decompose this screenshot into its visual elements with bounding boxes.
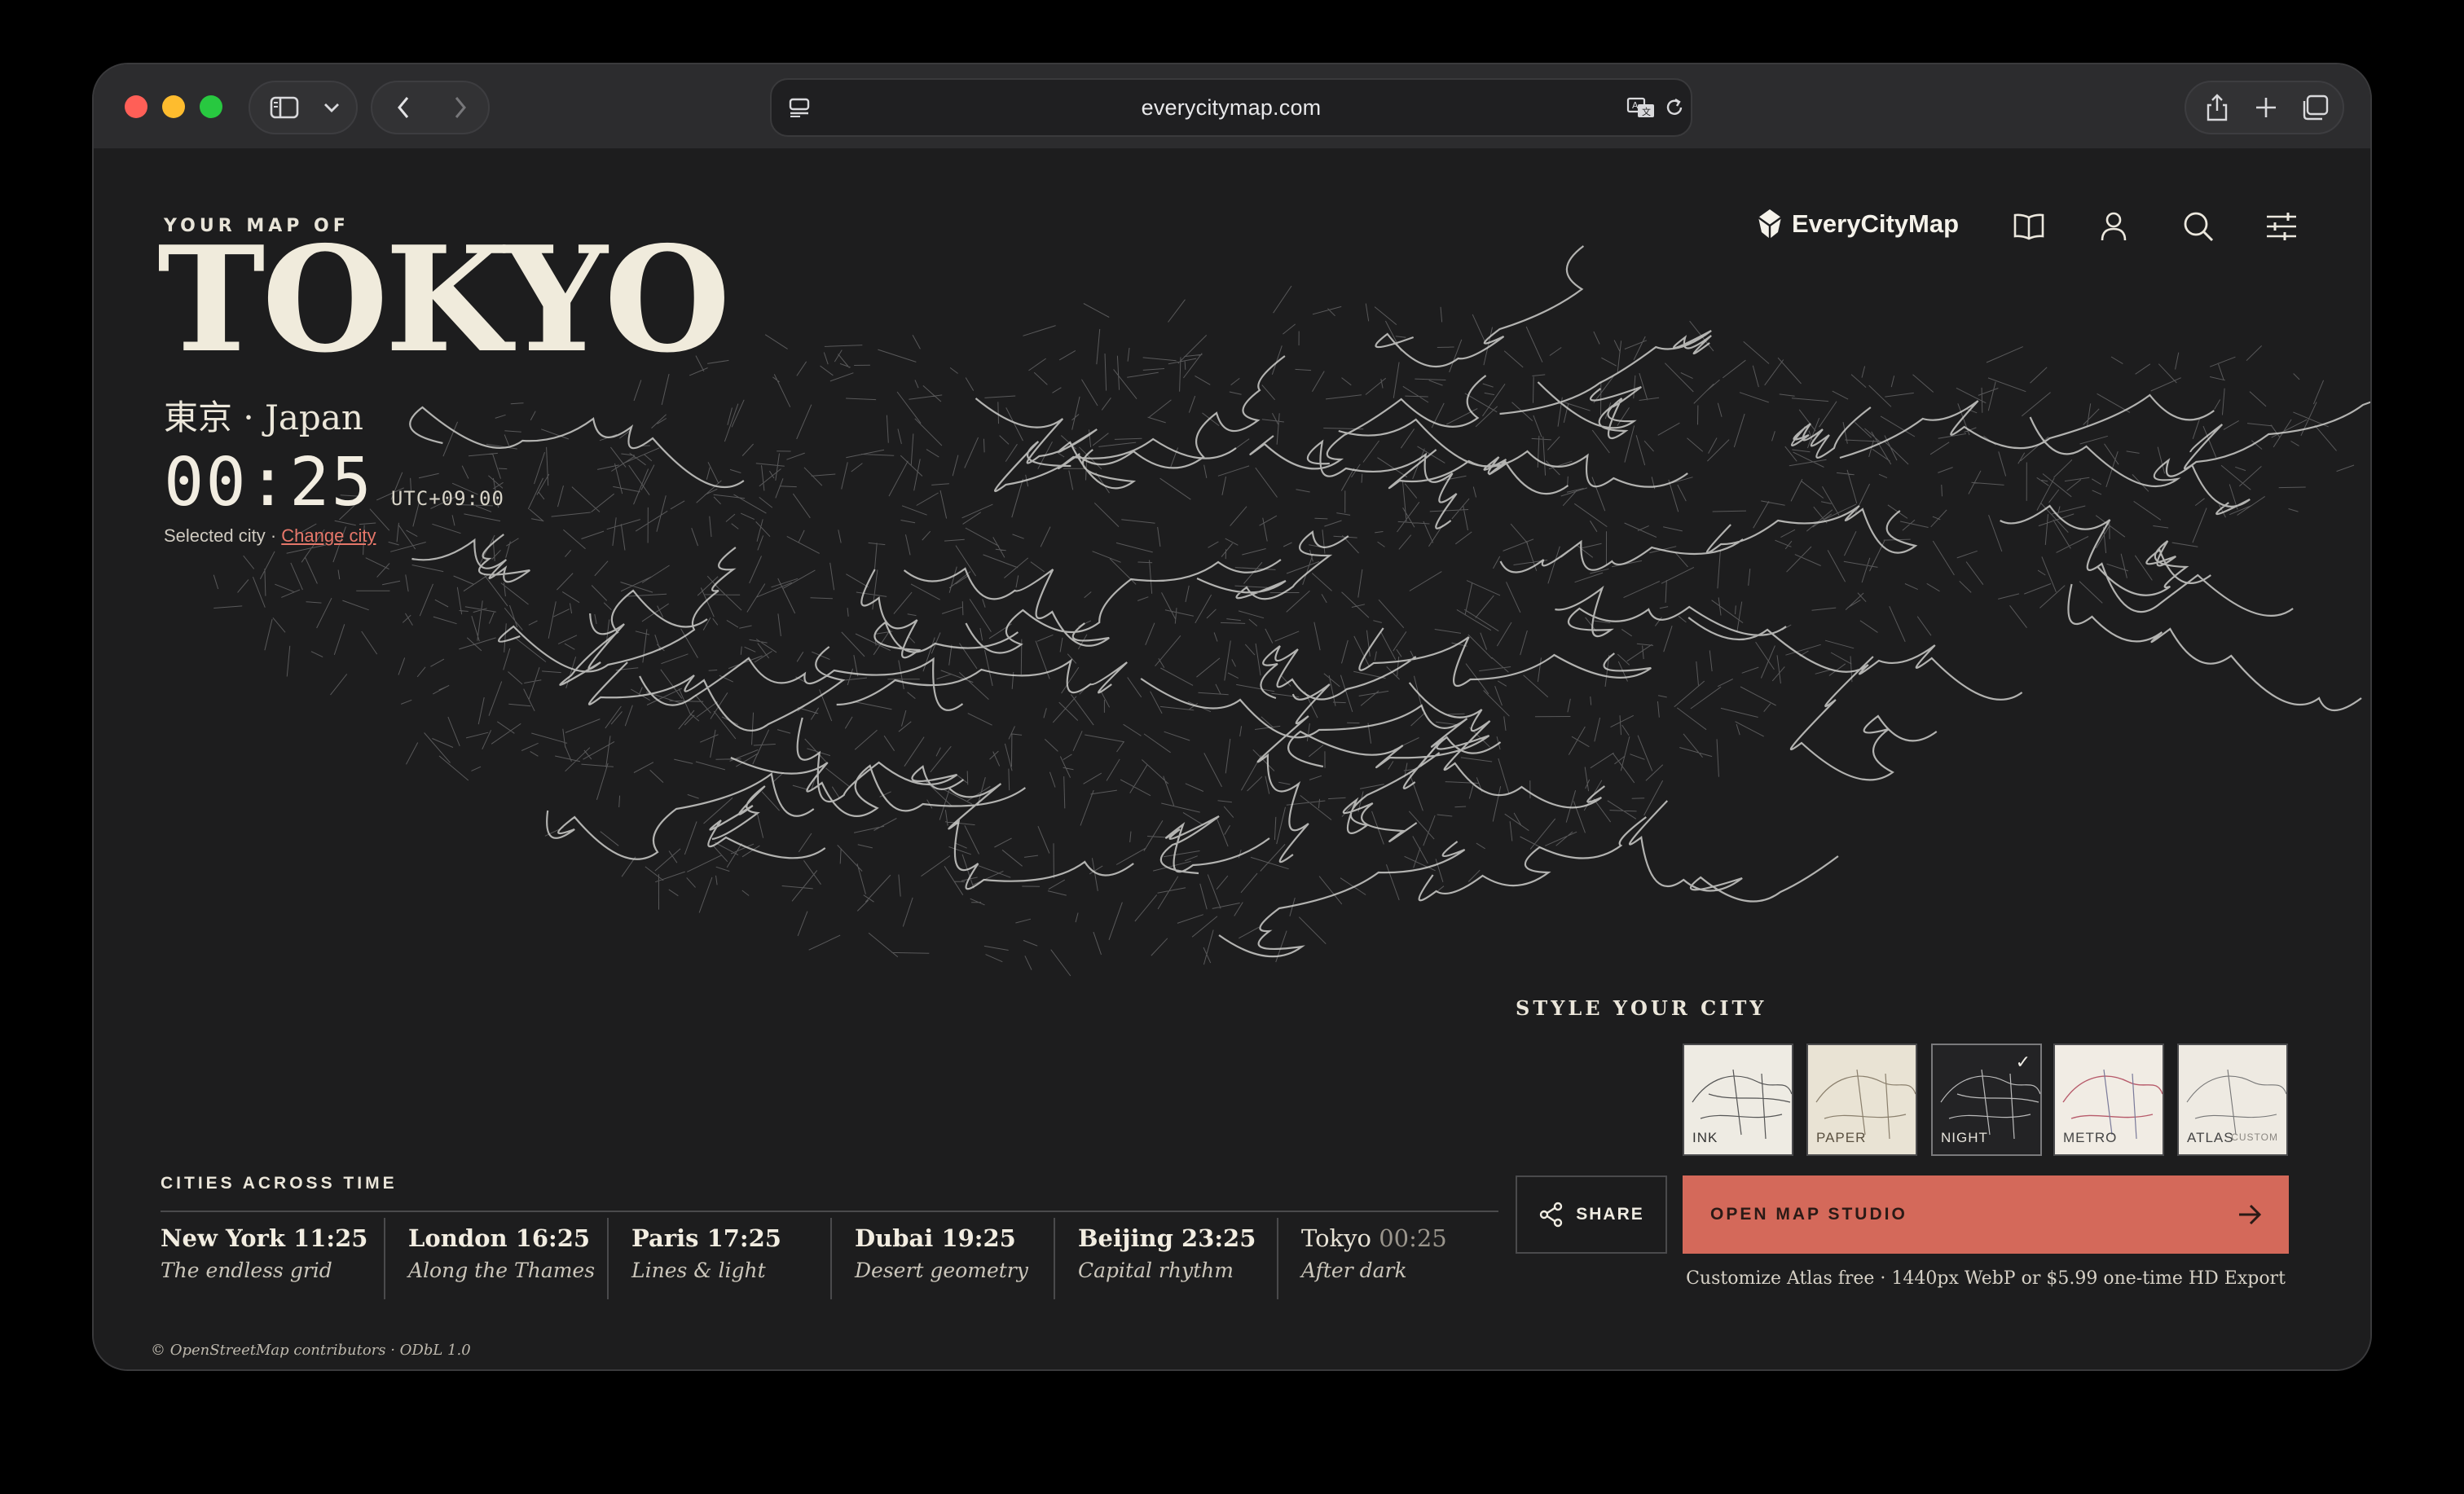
city-tagline: Along the Thames: [408, 1259, 596, 1282]
city-subtitle: 東京 · Japan: [164, 398, 363, 437]
logo-icon: [1758, 209, 1782, 239]
divider: [384, 1218, 385, 1299]
address-bar[interactable]: everycitymap.com A文: [770, 78, 1692, 137]
browser-window: everycitymap.com A文 YOUR MAP OF TOKYO 東京…: [92, 63, 2372, 1371]
brand-logo[interactable]: EveryCityMap: [1756, 208, 1959, 240]
city-item-beijing[interactable]: Beijing 23:25 Capital rhythm: [1078, 1224, 1256, 1304]
city-item-tokyo[interactable]: Tokyo 00:25 After dark: [1301, 1224, 1447, 1304]
city-item-dubai[interactable]: Dubai 19:25 Desert geometry: [855, 1224, 1028, 1304]
zoom-window-button[interactable]: [200, 95, 222, 118]
change-city-link[interactable]: Change city: [281, 525, 376, 546]
history-nav-group: [371, 81, 490, 134]
city-name-time: Beijing 23:25: [1078, 1224, 1256, 1252]
reload-icon[interactable]: [1660, 80, 1689, 135]
city-name-time: New York 11:25: [161, 1224, 368, 1252]
cities-across-time-title: CITIES ACROSS TIME: [161, 1174, 398, 1193]
city-name-time: Tokyo 00:25: [1301, 1224, 1447, 1252]
map-attribution: © OpenStreetMap contributors · ODbL 1.0: [151, 1342, 471, 1359]
svg-text:文: 文: [1642, 106, 1651, 117]
open-studio-label: OPEN MAP STUDIO: [1710, 1205, 1907, 1224]
tab-overview-icon[interactable]: [2295, 82, 2334, 133]
book-icon[interactable]: [2009, 206, 2049, 247]
export-pricing-note: Customize Atlas free · 1440px WebP or $5…: [1686, 1268, 2286, 1289]
page-content: YOUR MAP OF TOKYO 東京 · Japan 00:25 UTC+0…: [94, 149, 2370, 1369]
brand-name: EveryCityMap: [1792, 209, 1960, 238]
style-ink[interactable]: INK: [1683, 1044, 1793, 1156]
style-sublabel: CUSTOM: [2231, 1131, 2278, 1143]
city-name-time: Paris 17:25: [631, 1224, 781, 1252]
city-item-new-york[interactable]: New York 11:25 The endless grid: [161, 1224, 367, 1304]
open-map-studio-button[interactable]: OPEN MAP STUDIO: [1683, 1175, 2289, 1254]
sliders-icon[interactable]: [2261, 206, 2302, 247]
utc-offset: UTC+09:00: [390, 487, 504, 510]
user-icon[interactable]: [2093, 206, 2134, 247]
share-button[interactable]: SHARE: [1516, 1175, 1667, 1254]
city-name-time: London 16:25: [408, 1224, 591, 1252]
chevron-down-icon[interactable]: [315, 82, 348, 133]
sidebar-toggle-group: [249, 81, 358, 134]
share-icon[interactable]: [2198, 82, 2237, 133]
style-label: NIGHT: [1941, 1130, 1988, 1145]
new-tab-icon[interactable]: [2246, 82, 2286, 133]
style-label: ATLAS: [2187, 1130, 2234, 1145]
url-text: everycitymap.com: [1141, 94, 1322, 120]
close-window-button[interactable]: [125, 95, 147, 118]
style-label: PAPER: [1816, 1130, 1867, 1145]
city-tagline: Capital rhythm: [1078, 1259, 1234, 1282]
share-nodes-icon: [1540, 1202, 1563, 1228]
city-title: TOKYO: [157, 214, 731, 384]
window-actions-group: [2185, 81, 2344, 134]
selected-city-label: Selected city ·: [164, 525, 282, 546]
city-tagline: Lines & light: [631, 1259, 766, 1282]
style-section-title: STYLE YOUR CITY: [1516, 996, 1767, 1020]
search-icon[interactable]: [2178, 206, 2219, 247]
style-night[interactable]: ✓ NIGHT: [1931, 1044, 2042, 1156]
selected-check-icon: ✓: [2015, 1052, 2031, 1072]
city-tagline: After dark: [1301, 1259, 1407, 1282]
style-paper[interactable]: PAPER: [1806, 1044, 1917, 1156]
style-atlas[interactable]: ATLAS CUSTOM: [2177, 1044, 2288, 1156]
sidebar-icon[interactable]: [265, 82, 304, 133]
city-name-time: Dubai 19:25: [855, 1224, 1016, 1252]
local-time-row: 00:25 UTC+09:00: [164, 444, 504, 521]
divider: [1054, 1218, 1055, 1299]
style-label: INK: [1692, 1130, 1718, 1145]
divider: [161, 1211, 1498, 1212]
browser-toolbar: everycitymap.com A文: [94, 64, 2370, 149]
minor-streets: [213, 285, 2355, 977]
city-item-london[interactable]: London 16:25 Along the Thames: [408, 1224, 595, 1304]
divider: [607, 1218, 609, 1299]
back-icon[interactable]: [384, 82, 423, 133]
city-item-paris[interactable]: Paris 17:25 Lines & light: [631, 1224, 781, 1304]
selected-city-line: Selected city · Change city: [164, 525, 376, 547]
style-label: METRO: [2063, 1130, 2118, 1145]
share-label: SHARE: [1576, 1205, 1644, 1224]
svg-text:A: A: [1632, 100, 1639, 111]
local-clock: 00:25: [164, 444, 373, 521]
city-tagline: Desert geometry: [855, 1259, 1028, 1282]
divider: [830, 1218, 832, 1299]
city-tagline: The endless grid: [161, 1259, 332, 1282]
divider: [1277, 1218, 1278, 1299]
forward-icon[interactable]: [441, 82, 480, 133]
style-metro[interactable]: METRO: [2053, 1044, 2164, 1156]
arrow-right-icon: [2239, 1204, 2262, 1225]
minimize-window-button[interactable]: [162, 95, 185, 118]
translate-icon[interactable]: A文: [1624, 80, 1660, 135]
